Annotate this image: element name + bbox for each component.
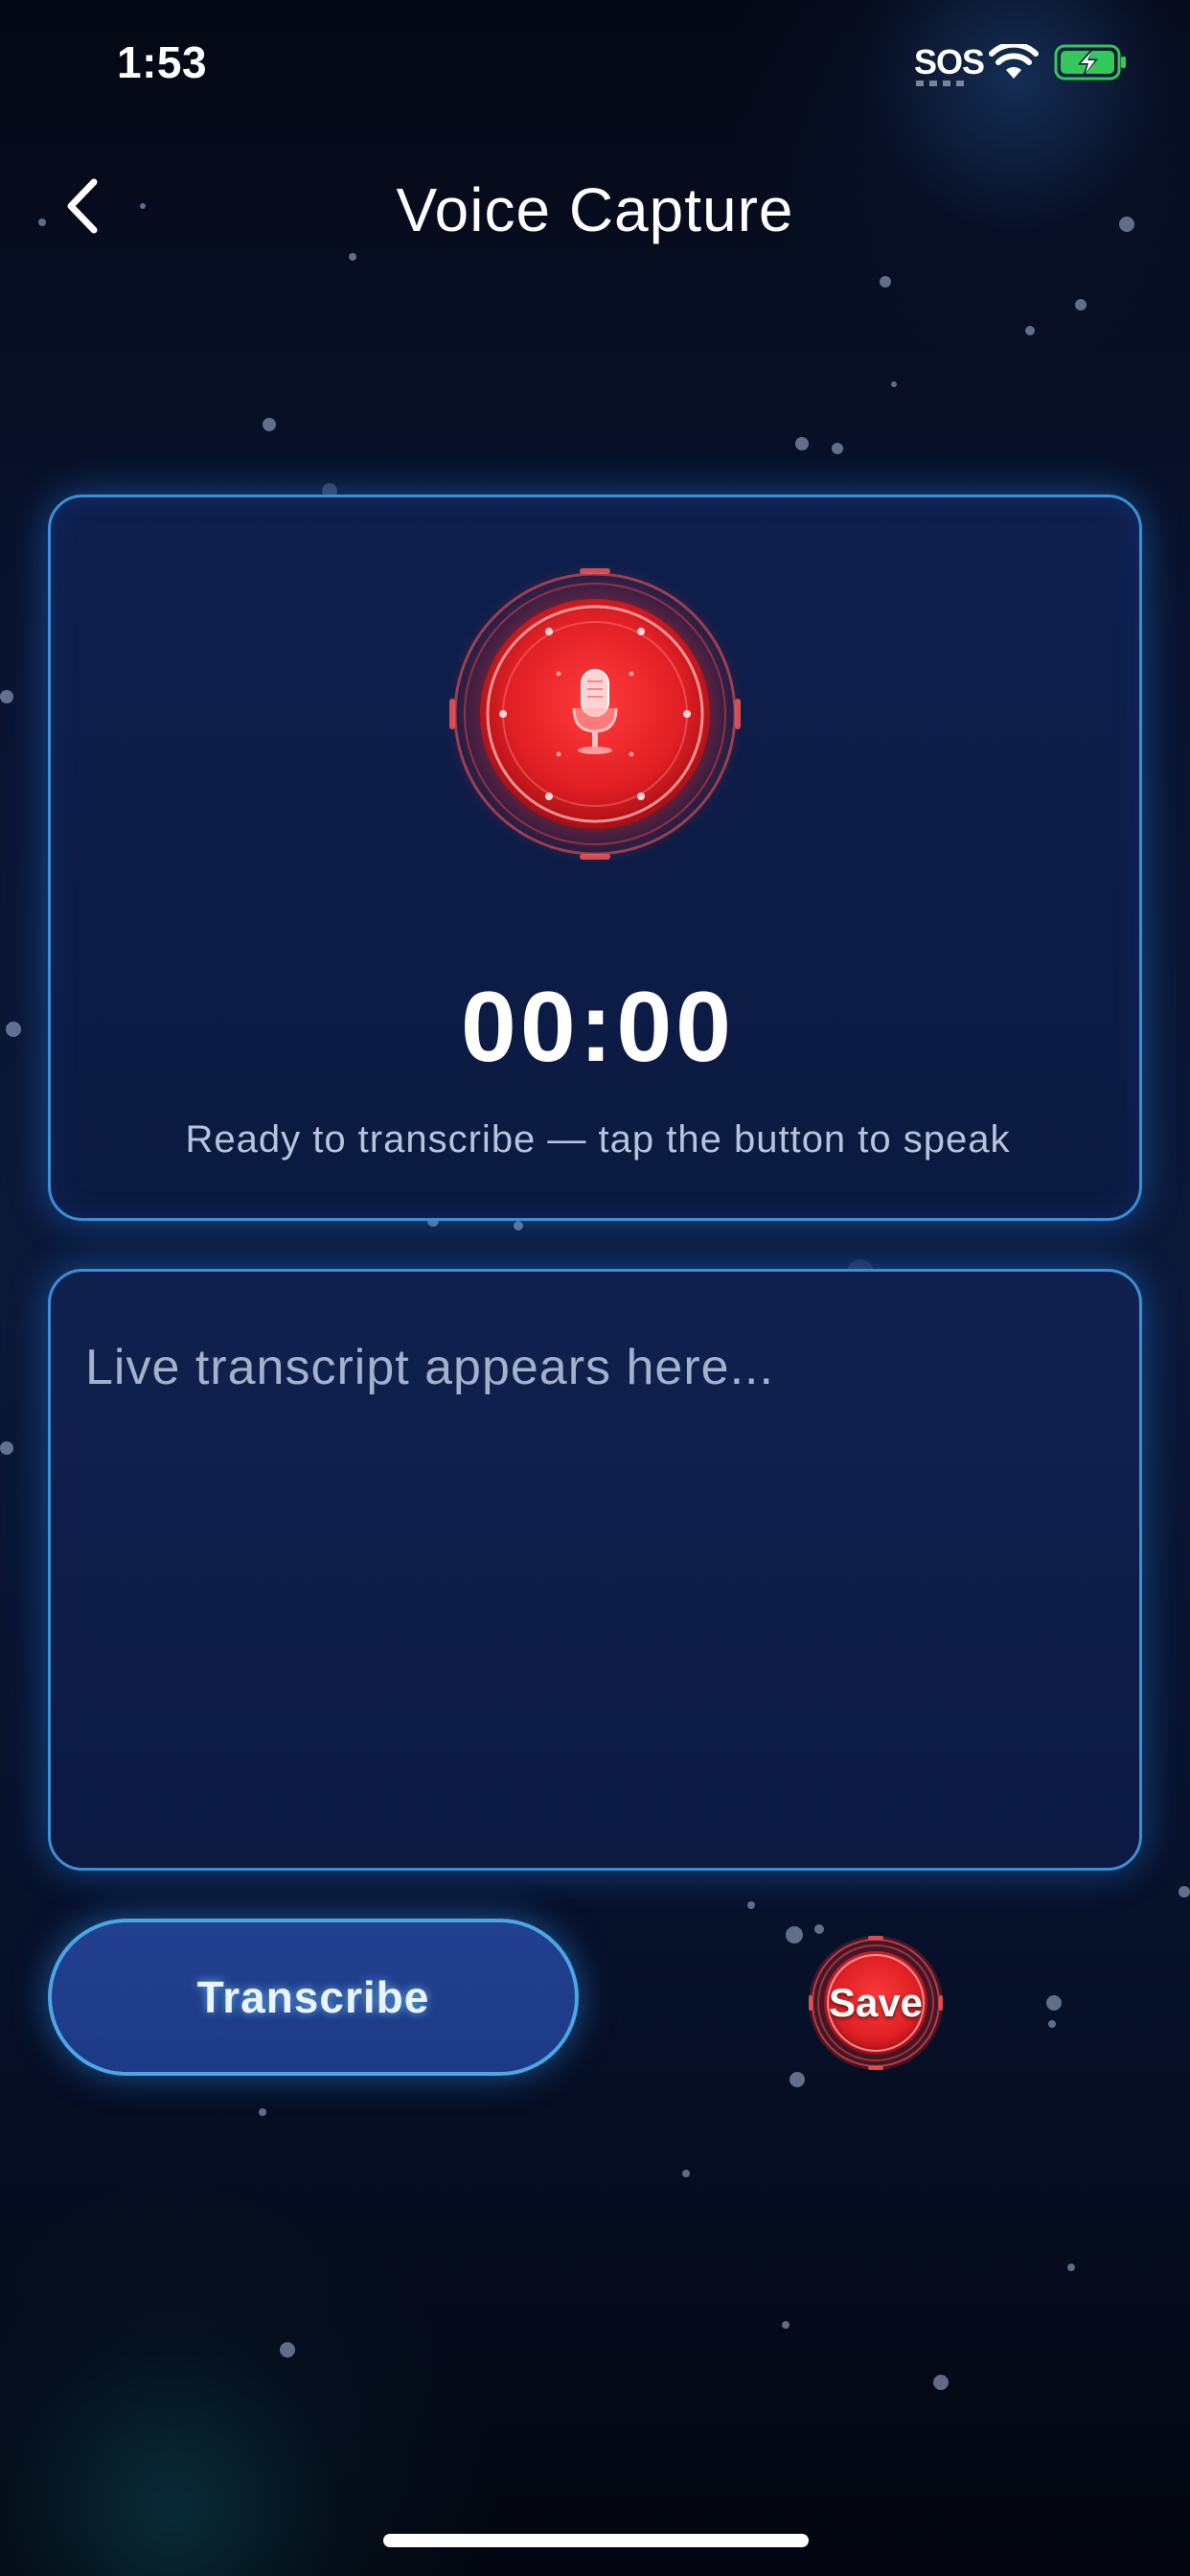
record-button[interactable] bbox=[446, 564, 744, 863]
save-button-label: Save bbox=[828, 1980, 924, 2025]
battery-charging-icon bbox=[1054, 44, 1126, 80]
status-time: 1:53 bbox=[117, 37, 208, 87]
sos-signal-dots bbox=[916, 80, 966, 86]
recorder-panel: 00:00 Ready to transcribe — tap the butt… bbox=[48, 494, 1142, 1221]
save-button[interactable]: Save bbox=[807, 1934, 945, 2072]
status-bar: 1:53 SOS bbox=[0, 0, 1190, 125]
transcript-input[interactable] bbox=[85, 1339, 1101, 1837]
transcribe-button[interactable]: Transcribe bbox=[48, 1919, 579, 2076]
recorder-status-text: Ready to transcribe — tap the button to … bbox=[185, 1118, 1011, 1161]
microphone-icon bbox=[572, 669, 618, 754]
recording-timer: 00:00 bbox=[461, 972, 735, 1083]
page-title: Voice Capture bbox=[396, 175, 794, 244]
transcript-panel bbox=[48, 1269, 1142, 1871]
sos-indicator: SOS bbox=[914, 42, 985, 81]
home-indicator bbox=[383, 2534, 809, 2547]
wifi-icon bbox=[989, 44, 1039, 79]
